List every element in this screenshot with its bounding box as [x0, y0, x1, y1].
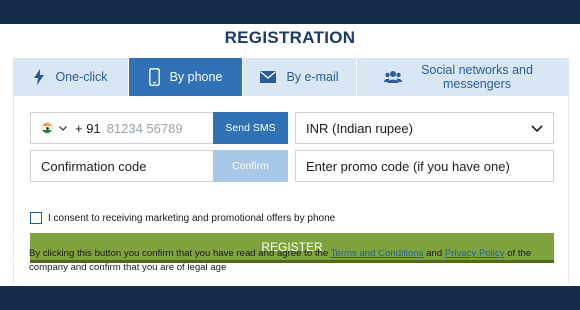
lightning-icon: [33, 69, 45, 85]
currency-value: INR (Indian rupee): [306, 120, 413, 136]
tab-by-email[interactable]: By e-mail: [243, 58, 357, 96]
terms-link[interactable]: Terms and Conditions: [331, 248, 424, 259]
tab-label: Social networks and messengers: [421, 63, 533, 91]
tab-label: One-click: [55, 70, 108, 84]
confirm-button[interactable]: Confirm: [213, 150, 288, 182]
chevron-down-icon[interactable]: [59, 125, 67, 131]
tab-label: By phone: [169, 70, 223, 84]
phone-input[interactable]: [106, 120, 197, 136]
chevron-down-icon: [531, 121, 543, 136]
promo-code-field: [295, 150, 554, 182]
registration-tabs: One-click By phone By e-mail Social netw…: [13, 58, 569, 96]
tab-by-phone[interactable]: By phone: [129, 58, 243, 96]
india-flag-icon[interactable]: [41, 122, 53, 134]
page-title: REGISTRATION: [224, 28, 356, 47]
tab-one-click[interactable]: One-click: [13, 58, 129, 96]
envelope-icon: [260, 71, 277, 83]
legal-text: and: [423, 248, 445, 259]
send-sms-button[interactable]: Send SMS: [213, 112, 288, 144]
consent-checkbox[interactable]: [30, 212, 42, 224]
consent-label: I consent to receiving marketing and pro…: [48, 212, 336, 224]
confirmation-code-field: [30, 150, 214, 182]
currency-select[interactable]: INR (Indian rupee): [295, 112, 554, 144]
confirmation-code-input[interactable]: [41, 158, 213, 174]
phone-field: + 91: [30, 112, 214, 144]
users-icon: [384, 70, 402, 84]
tab-label: By e-mail: [286, 70, 339, 84]
legal-text: By clicking this button you confirm that…: [29, 248, 331, 259]
consent-row: I consent to receiving marketing and pro…: [30, 212, 335, 224]
tab-social-networks[interactable]: Social networks and messengers: [357, 58, 569, 96]
country-code: + 91: [75, 120, 101, 136]
privacy-link[interactable]: Privacy Policy: [445, 248, 505, 259]
legal-notice: By clicking this button you confirm that…: [29, 247, 551, 275]
promo-code-input[interactable]: [306, 158, 553, 174]
phone-icon: [148, 68, 160, 86]
